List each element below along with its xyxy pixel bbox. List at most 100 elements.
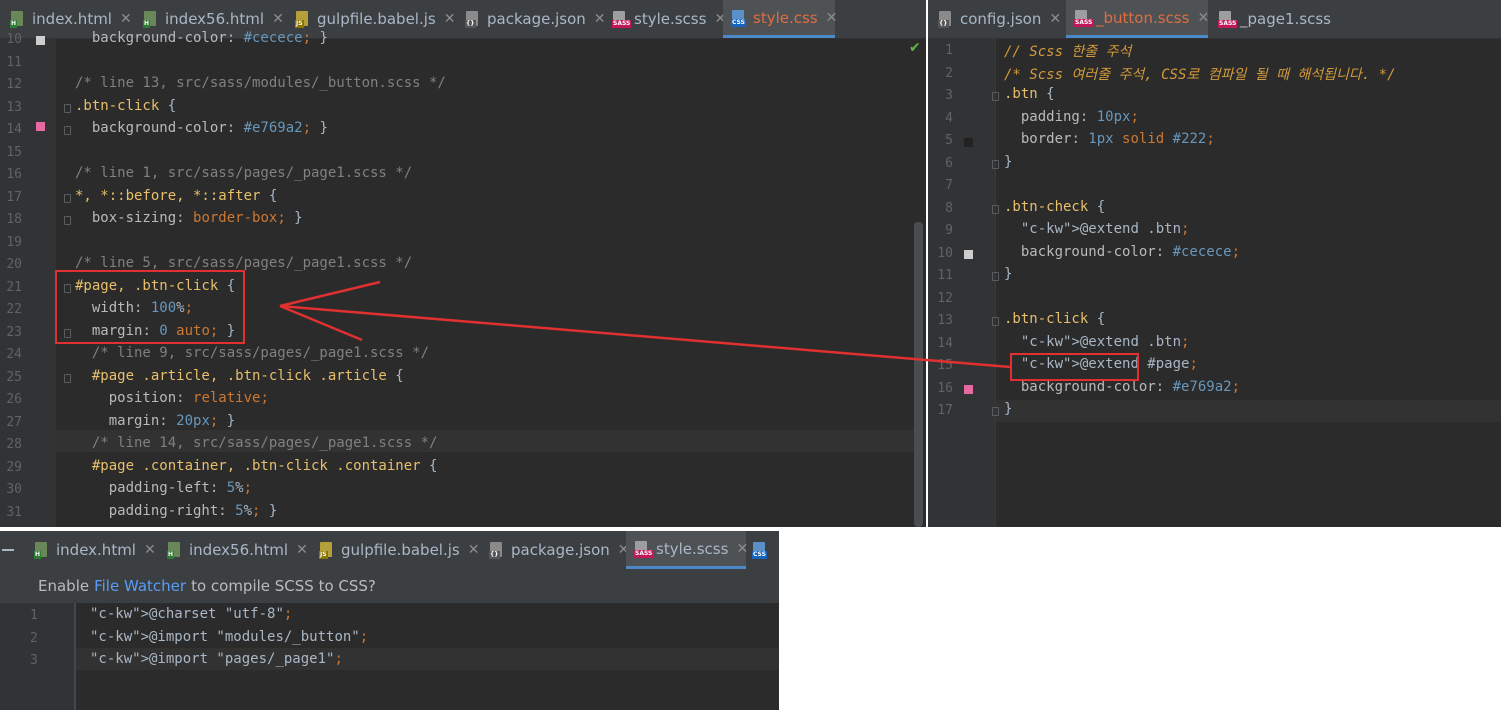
code-line[interactable]: padding-left: 5%; [75,480,252,496]
code-line[interactable]: .btn { [1004,86,1055,102]
tab-label: style.scss [656,539,729,558]
highlight-box-extend-page [1010,353,1139,381]
line-number: 16 [6,167,22,182]
line-number: 31 [6,504,22,520]
tab-style-css[interactable]: CSS style.css ✕ [723,0,838,38]
tab-style-scss[interactable]: SASS style.scss ✕ [604,0,726,38]
code-line[interactable]: #page .article, .btn-click .article { [75,368,404,384]
highlight-box-page-rule [55,270,245,344]
line-number: 8 [945,200,953,216]
line-number: 13 [937,313,953,328]
line-number: 26 [6,392,22,407]
line-number: 30 [6,482,22,497]
line-number: 2 [945,65,953,81]
code-line[interactable]: /* Scss 여러줄 주석, CSS로 컴파일 될 때 해석됩니다. */ [1004,64,1396,84]
code-line[interactable]: "c-kw">@charset "utf-8"; [90,606,292,622]
html-file-icon: H [10,10,26,28]
close-icon[interactable]: ✕ [736,541,748,557]
code-line[interactable]: "c-kw">@import "pages/_page1"; [90,651,343,667]
code-line[interactable]: margin: 20px; } [75,413,235,429]
fold-marker-icon[interactable] [992,204,999,214]
code-line[interactable]: "c-kw">@extend .btn; [1004,334,1190,350]
code-line[interactable]: #page .container, .btn-click .container … [75,458,438,474]
code-line[interactable]: /* line 1, src/sass/pages/_page1.scss */ [75,165,412,181]
tab-style-scss[interactable]: SASS style.scss ✕ [626,531,748,569]
code-line[interactable]: /* line 13, src/sass/modules/_button.scs… [75,75,446,91]
code-line[interactable]: } [1004,266,1012,282]
line-number: 10 [937,245,953,261]
file-watcher-link[interactable]: File Watcher [94,577,186,595]
fold-marker-icon[interactable] [992,272,999,281]
code-line[interactable]: position: relative; [75,390,269,406]
tab-label: package.json [511,541,610,559]
close-icon[interactable]: ✕ [1197,10,1209,26]
code-line[interactable]: background-color: #cecece; } [75,30,328,46]
code-line[interactable]: box-sizing: border-box; } [75,210,303,226]
code-line[interactable]: } [1004,401,1012,417]
fold-marker-icon[interactable] [64,126,71,135]
fold-marker-icon[interactable] [992,317,999,326]
close-icon[interactable]: ✕ [468,542,480,558]
close-icon[interactable]: ✕ [1049,11,1061,27]
color-swatch-e769a2 [964,385,973,394]
code-line[interactable]: } [1004,154,1012,170]
code-line[interactable]: .btn-click { [75,98,176,114]
code-line[interactable]: "c-kw">@extend .btn; [1004,221,1190,237]
code-line[interactable]: background-color: #cecece; [1004,244,1240,260]
close-icon[interactable]: ✕ [296,542,308,558]
fold-marker-icon[interactable] [64,373,71,383]
fold-marker-icon[interactable] [64,216,71,225]
code-line[interactable]: // Scss 한줄 주석 [1004,41,1131,61]
code-line[interactable]: /* line 14, src/sass/pages/_page1.scss *… [75,435,438,451]
line-number: 27 [6,414,22,430]
line-number: 21 [6,279,22,295]
code-line[interactable]: background-color: #e769a2; } [75,120,328,136]
code-line[interactable]: /* line 9, src/sass/pages/_page1.scss */ [75,345,429,361]
gutter-divider [995,38,996,527]
tab-button-scss[interactable]: SASS _button.scss ✕ [1066,0,1209,38]
json-file-icon: {} [938,10,954,28]
fold-marker-icon[interactable] [64,193,71,203]
code-line[interactable]: .btn-check { [1004,199,1105,215]
tab-label: _button.scss [1096,8,1190,27]
scrollbar[interactable] [914,222,923,527]
close-icon[interactable]: ✕ [144,542,156,558]
bottom-editor-pane: H index.html ✕ H index56.html ✕ JS gulpf… [0,531,779,710]
code-line[interactable]: "c-kw">@import "modules/_button"; [90,629,368,645]
code-line[interactable]: *, *::before, *::after { [75,188,277,204]
tab-page1-scss[interactable]: SASS _page1.scss [1210,0,1331,38]
tab-index56-html[interactable]: H index56.html ✕ [159,531,309,569]
close-icon[interactable]: ✕ [826,10,838,26]
line-number: 11 [937,268,953,283]
line-number: 20 [6,257,22,272]
code-line[interactable]: border: 1px solid #222; [1004,131,1215,147]
fold-marker-icon[interactable] [992,159,999,169]
fold-marker-icon[interactable] [992,407,999,416]
tab-package-json[interactable]: {} package.json ✕ [457,0,606,38]
close-icon[interactable]: ✕ [444,11,456,27]
line-number: 12 [937,290,953,306]
tab-gulpfile-babel-js[interactable]: JS gulpfile.babel.js ✕ [311,531,479,569]
close-icon[interactable]: ✕ [272,11,284,27]
right-editor-pane: {} config.json ✕ SASS _button.scss ✕ SAS… [928,0,1501,527]
fold-marker-icon[interactable] [992,92,999,101]
tab-index-html[interactable]: H index.html ✕ [26,531,156,569]
sass-file-icon: SASS [634,540,654,558]
code-line[interactable]: .btn-click { [1004,311,1105,327]
tab-label: index.html [56,541,136,559]
tab-package-json[interactable]: {} package.json ✕ [481,531,630,569]
line-number: 10 [6,32,22,47]
current-line-highlight [996,400,1501,422]
tab-label: gulpfile.babel.js [341,541,460,559]
tab-config-json[interactable]: {} config.json ✕ [930,0,1065,38]
color-swatch-222222 [964,138,973,147]
code-line[interactable]: padding: 10px; [1004,109,1139,125]
file-watcher-banner: Enable File Watcher to compile SCSS to C… [0,569,779,603]
line-number: 1 [945,43,953,58]
fold-marker-icon[interactable] [64,103,71,113]
tab-label: style.css [753,8,818,27]
tab-style-css[interactable]: CSS [748,531,779,569]
close-icon[interactable]: ✕ [120,11,132,27]
code-line[interactable]: /* line 5, src/sass/pages/_page1.scss */ [75,255,412,271]
code-line[interactable]: padding-right: 5%; } [75,503,278,519]
